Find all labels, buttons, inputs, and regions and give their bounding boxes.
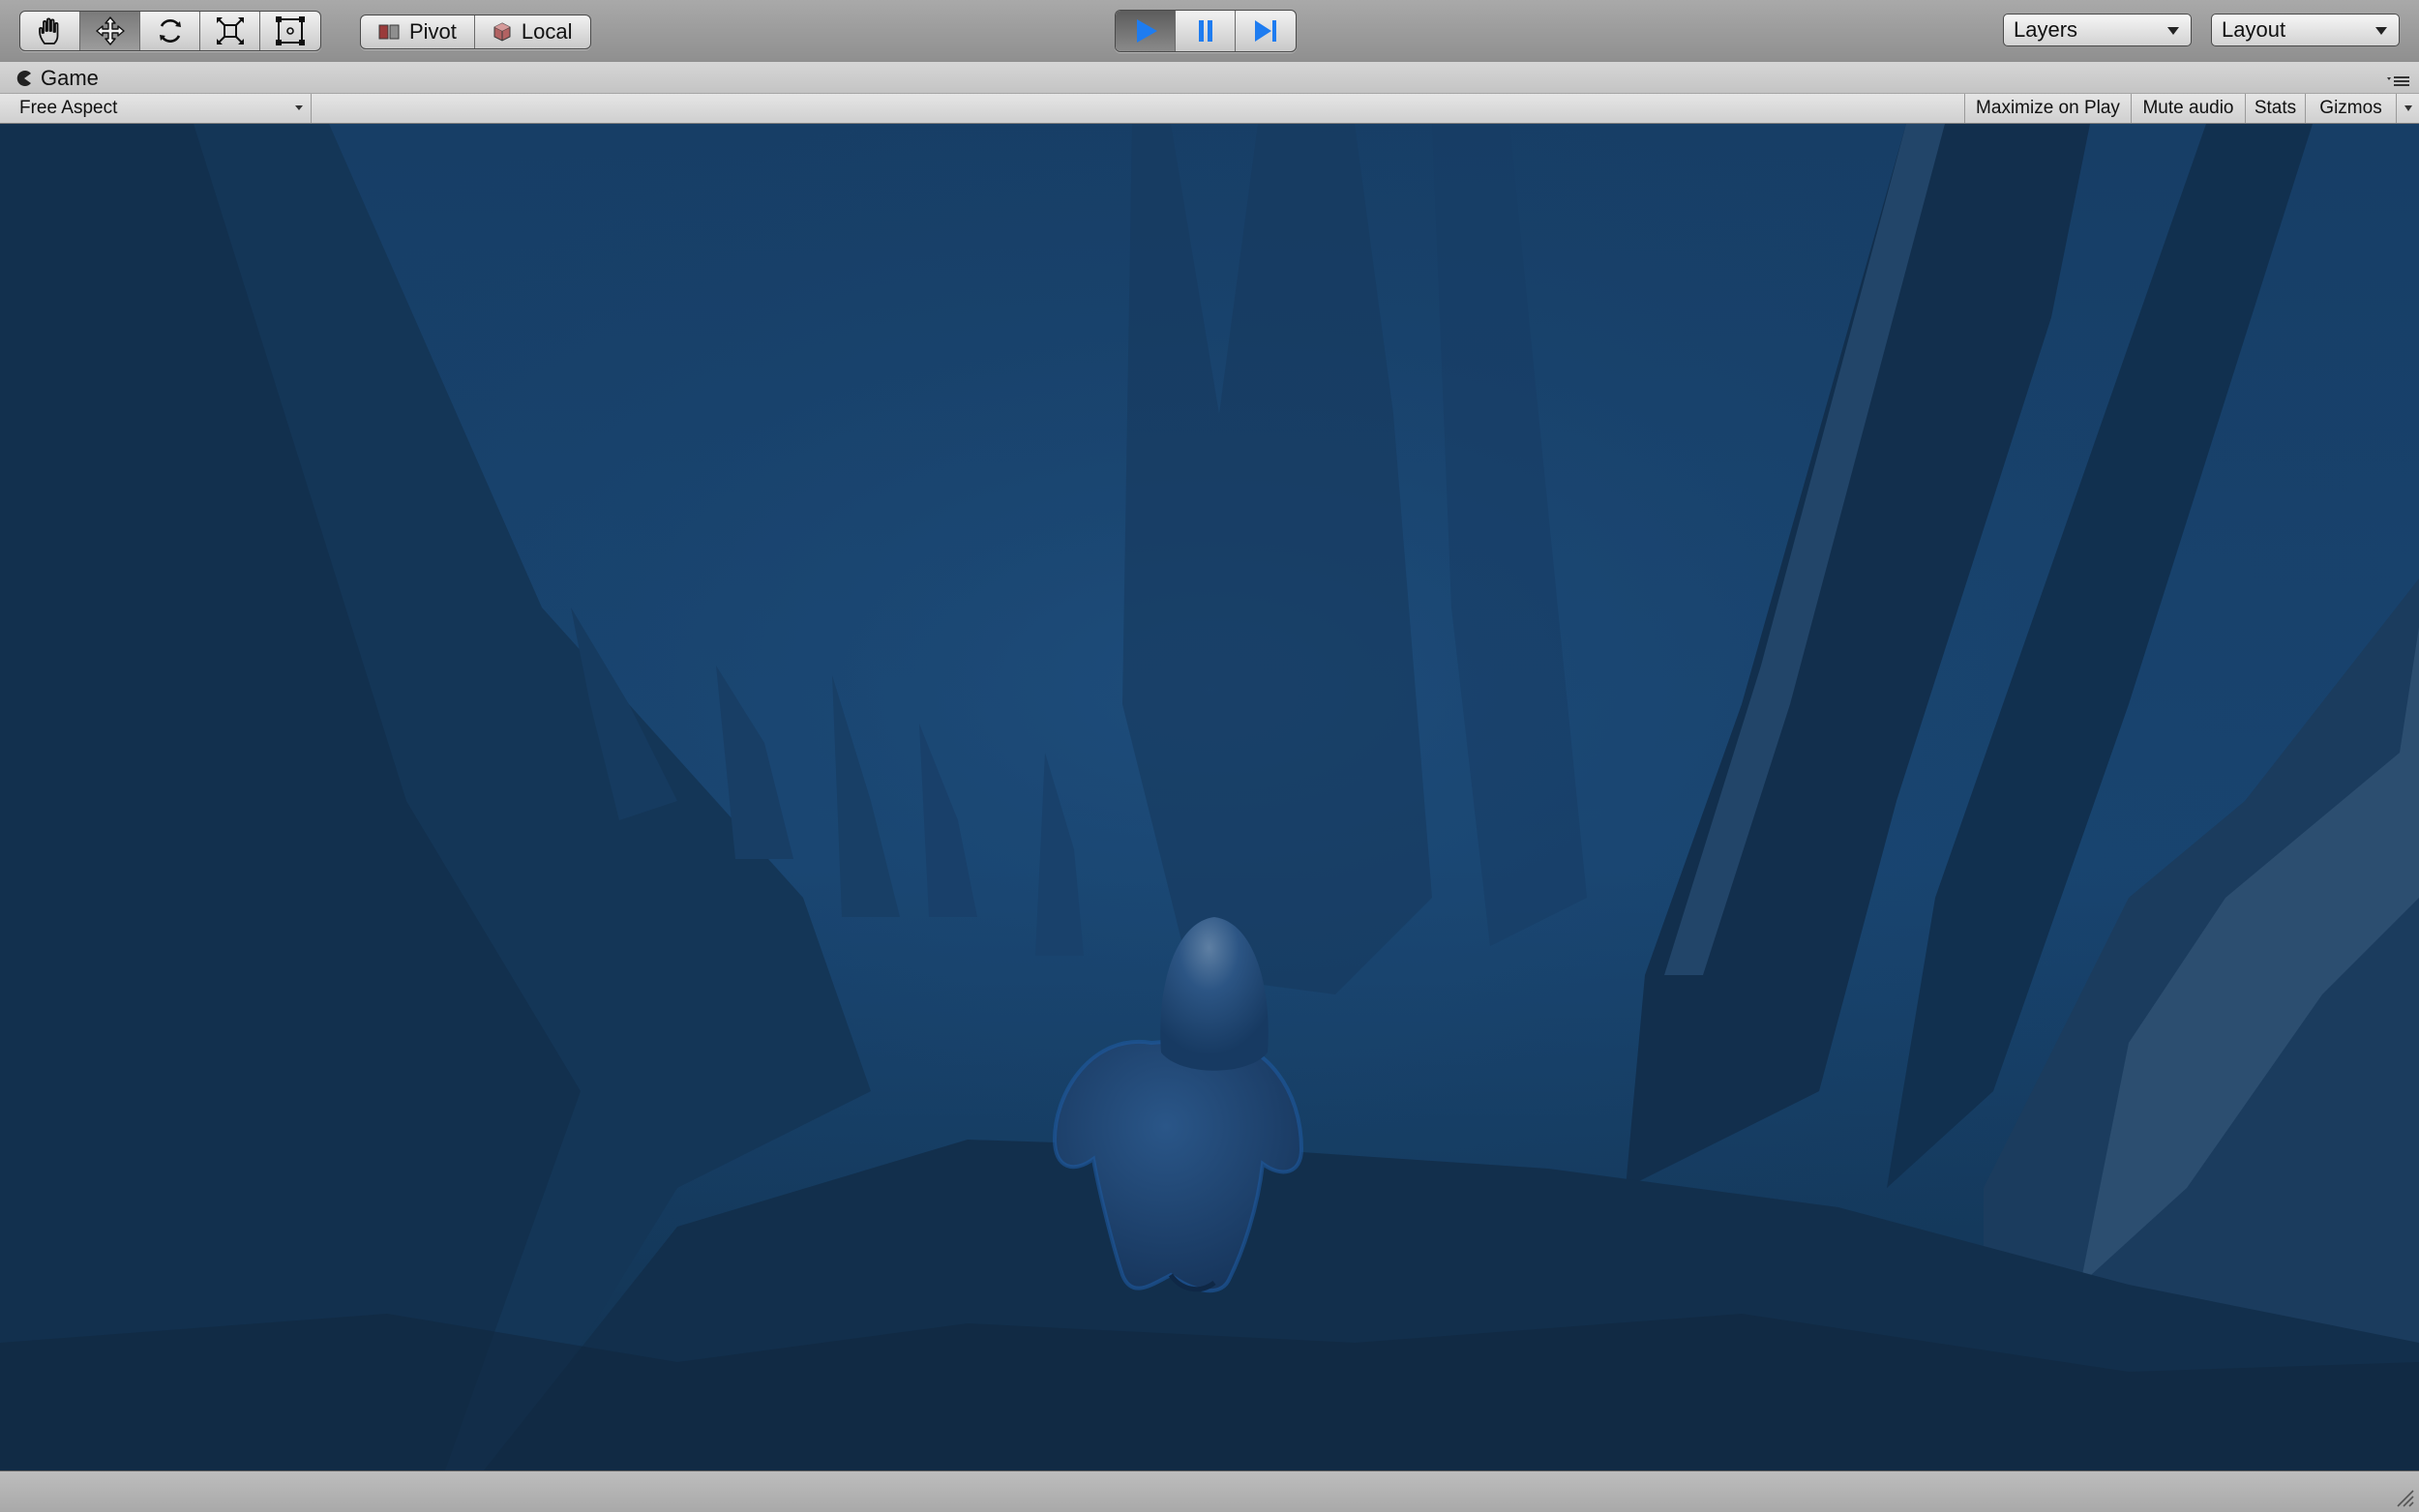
pivot-mode-toggle: Pivot Local (360, 15, 591, 49)
play-controls (1115, 10, 1297, 52)
local-label: Local (521, 19, 573, 44)
game-control-bar: Free Aspect Maximize on Play Mute audio … (0, 93, 2419, 124)
step-icon (1255, 20, 1276, 42)
game-pacman-icon (16, 71, 31, 86)
game-viewport[interactable] (0, 124, 2419, 1470)
underwater-scene (0, 124, 2419, 1470)
pause-icon (1198, 20, 1212, 42)
hand-tool-button[interactable] (20, 12, 80, 50)
hand-icon (38, 17, 58, 44)
maximize-on-play-toggle[interactable]: Maximize on Play (1964, 94, 2131, 123)
rect-tool-button[interactable] (260, 12, 320, 50)
scale-icon (216, 17, 244, 44)
tab-game[interactable]: Game (15, 64, 99, 93)
transform-tools (19, 11, 321, 51)
layers-dropdown[interactable]: Layers (2003, 14, 2192, 46)
pivot-label: Pivot (409, 19, 457, 44)
tab-menu-icon[interactable] (2386, 74, 2411, 89)
mute-label: Mute audio (2142, 98, 2234, 118)
layout-label: Layout (2222, 17, 2286, 42)
resize-grip-icon[interactable] (2392, 1485, 2415, 1508)
maximize-label: Maximize on Play (1976, 98, 2120, 118)
layers-label: Layers (2014, 17, 2078, 42)
play-icon (1136, 19, 1157, 43)
cube-icon (493, 22, 511, 42)
chevron-down-icon (295, 105, 303, 110)
gizmos-toggle[interactable]: Gizmos (2305, 94, 2396, 123)
pause-button[interactable] (1176, 11, 1236, 51)
pivot-button[interactable]: Pivot (361, 15, 475, 48)
gizmos-dropdown[interactable] (2396, 94, 2419, 123)
chevron-down-icon (2167, 27, 2179, 35)
stats-toggle[interactable]: Stats (2245, 94, 2305, 123)
gizmos-label: Gizmos (2319, 98, 2382, 118)
game-tab-bar: Game (0, 62, 2419, 93)
scale-tool-button[interactable] (200, 12, 260, 50)
tab-game-label: Game (41, 66, 99, 90)
rect-tool-icon (276, 16, 305, 45)
move-tool-button[interactable] (80, 12, 140, 50)
aspect-label: Free Aspect (19, 98, 118, 118)
chevron-down-icon (2404, 105, 2412, 111)
status-bar (0, 1470, 2419, 1512)
aspect-dropdown[interactable]: Free Aspect (10, 94, 312, 123)
rotate-icon (159, 19, 181, 43)
chevron-down-icon (2375, 27, 2387, 35)
pivot-icon (378, 24, 400, 40)
rotate-tool-button[interactable] (140, 12, 200, 50)
move-icon (95, 16, 125, 45)
layout-dropdown[interactable]: Layout (2211, 14, 2400, 46)
local-button[interactable]: Local (475, 15, 590, 48)
main-toolbar: Pivot Local Layers Layout (0, 0, 2419, 63)
mute-audio-toggle[interactable]: Mute audio (2131, 94, 2245, 123)
step-button[interactable] (1236, 11, 1296, 51)
play-button[interactable] (1116, 11, 1176, 51)
stats-label: Stats (2254, 98, 2297, 118)
